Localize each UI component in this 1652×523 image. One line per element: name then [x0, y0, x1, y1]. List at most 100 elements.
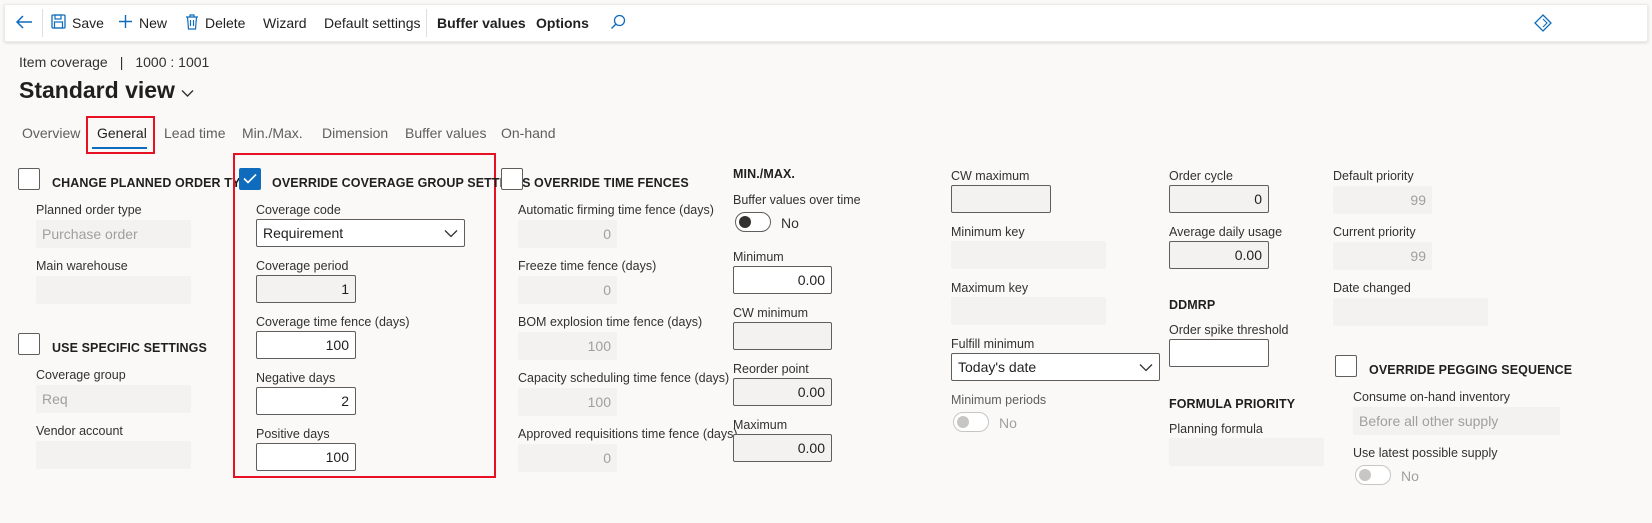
reorder-point-input[interactable]: 0.00: [733, 378, 832, 406]
breadcrumb: Item coverage | 1000 : 1001: [19, 54, 209, 70]
fulfill-minimum-label: Fulfill minimum: [951, 337, 1035, 351]
auto-firming-field[interactable]: 0: [518, 220, 617, 248]
date-changed-field[interactable]: [1333, 298, 1488, 326]
formula-priority-title: FORMULA PRIORITY: [1169, 397, 1296, 411]
fulfill-minimum-value: Today's date: [958, 359, 1037, 375]
use-latest-supply-toggle[interactable]: [1355, 465, 1391, 485]
current-priority-field[interactable]: 99: [1333, 242, 1432, 270]
minimum-periods-toggle[interactable]: [953, 412, 989, 432]
tab-lead-time[interactable]: Lead time: [164, 125, 225, 141]
back-button[interactable]: [15, 5, 39, 41]
order-spike-threshold-label: Order spike threshold: [1169, 323, 1289, 337]
consume-on-hand-label: Consume on-hand inventory: [1353, 390, 1511, 404]
override-time-fences-checkbox[interactable]: [501, 168, 523, 190]
vendor-account-field[interactable]: [36, 441, 191, 469]
plus-icon: [118, 14, 139, 32]
cw-minimum-input[interactable]: [733, 322, 832, 350]
minimum-input[interactable]: 0.00: [733, 266, 832, 294]
new-button[interactable]: New: [118, 5, 167, 41]
change-planned-order-type-checkbox[interactable]: [18, 168, 40, 190]
buffer-over-time-label: Buffer values over time: [733, 193, 861, 207]
freeze-label: Freeze time fence (days): [518, 259, 657, 273]
options-button[interactable]: Options: [536, 5, 589, 41]
bom-explosion-field[interactable]: 100: [518, 332, 617, 360]
use-specific-settings-title: USE SPECIFIC SETTINGS: [52, 341, 207, 355]
search-button[interactable]: [610, 5, 632, 41]
coverage-period-input[interactable]: 1: [256, 275, 356, 303]
coverage-code-label: Coverage code: [256, 203, 341, 217]
override-time-fences-title: OVERRIDE TIME FENCES: [534, 176, 689, 190]
average-daily-usage-label: Average daily usage: [1169, 225, 1283, 239]
fulfill-minimum-dropdown[interactable]: Today's date: [951, 353, 1160, 381]
tab-overview[interactable]: Overview: [22, 125, 80, 141]
change-planned-order-type-title: CHANGE PLANNED ORDER TYPE: [52, 176, 258, 190]
maximum-input[interactable]: 0.00: [733, 434, 832, 462]
action-toolbar: Save New Delete Wizard Default settings …: [4, 4, 1648, 42]
maximum-label: Maximum: [733, 418, 788, 432]
planning-formula-label: Planning formula: [1169, 422, 1263, 436]
coverage-time-fence-input[interactable]: 100: [256, 331, 356, 359]
capacity-scheduling-field[interactable]: 100: [518, 388, 617, 416]
coverage-code-value: Requirement: [263, 225, 344, 241]
default-settings-button[interactable]: Default settings: [324, 5, 421, 41]
average-daily-usage-input[interactable]: 0.00: [1169, 241, 1269, 269]
use-specific-settings-checkbox[interactable]: [18, 333, 40, 355]
freeze-field[interactable]: 0: [518, 276, 617, 304]
override-pegging-checkbox[interactable]: [1335, 355, 1357, 377]
planned-order-type-field[interactable]: Purchase order: [36, 220, 191, 248]
default-priority-field[interactable]: 99: [1333, 186, 1432, 214]
buffer-over-time-state: No: [781, 215, 799, 231]
coverage-group-field[interactable]: Req: [36, 385, 191, 413]
default-priority-label: Default priority: [1333, 169, 1414, 183]
main-warehouse-label: Main warehouse: [36, 259, 128, 273]
capacity-scheduling-label: Capacity scheduling time fence (days): [518, 371, 730, 385]
wizard-button[interactable]: Wizard: [263, 5, 307, 41]
new-label: New: [139, 15, 168, 31]
ddmrp-title: DDMRP: [1169, 298, 1216, 312]
positive-days-label: Positive days: [256, 427, 330, 441]
cw-maximum-input[interactable]: [951, 185, 1051, 213]
tab-on-hand[interactable]: On-hand: [501, 125, 555, 141]
order-cycle-input[interactable]: 0: [1169, 185, 1269, 213]
current-priority-label: Current priority: [1333, 225, 1416, 239]
consume-on-hand-field[interactable]: Before all other supply: [1353, 407, 1560, 435]
maximum-key-field[interactable]: [951, 297, 1106, 325]
diamond-icon[interactable]: [1534, 5, 1558, 41]
coverage-code-dropdown[interactable]: Requirement: [256, 219, 465, 247]
save-label: Save: [72, 15, 104, 31]
planned-order-type-label: Planned order type: [36, 203, 142, 217]
minimum-key-field[interactable]: [951, 241, 1106, 269]
buffer-over-time-toggle[interactable]: [735, 212, 771, 232]
main-warehouse-field[interactable]: [36, 276, 191, 304]
chevron-down-icon: [175, 77, 194, 104]
page-title[interactable]: Standard view: [19, 77, 194, 104]
maximum-key-label: Maximum key: [951, 281, 1029, 295]
min-max-title: MIN./MAX.: [733, 167, 796, 181]
back-arrow-icon: [15, 14, 39, 33]
chevron-down-icon: [444, 225, 458, 241]
tab-min-max[interactable]: Min./Max.: [242, 125, 303, 141]
reorder-point-label: Reorder point: [733, 362, 809, 376]
negative-days-input[interactable]: 2: [256, 387, 356, 415]
approved-requisitions-field[interactable]: 0: [518, 444, 617, 472]
date-changed-label: Date changed: [1333, 281, 1411, 295]
delete-button[interactable]: Delete: [185, 5, 245, 41]
override-coverage-checkbox[interactable]: [239, 168, 261, 190]
breadcrumb-separator: |: [119, 54, 124, 70]
minimum-periods-label: Minimum periods: [951, 393, 1047, 407]
delete-label: Delete: [205, 15, 246, 31]
save-button[interactable]: Save: [51, 5, 104, 41]
override-coverage-title: OVERRIDE COVERAGE GROUP SETTINGS: [272, 176, 531, 190]
vendor-account-label: Vendor account: [36, 424, 123, 438]
positive-days-input[interactable]: 100: [256, 443, 356, 471]
buffer-values-button[interactable]: Buffer values: [437, 5, 526, 41]
order-spike-threshold-input[interactable]: [1169, 339, 1269, 367]
planning-formula-field[interactable]: [1169, 438, 1324, 466]
override-pegging-title: OVERRIDE PEGGING SEQUENCE: [1369, 363, 1573, 377]
coverage-period-label: Coverage period: [256, 259, 349, 273]
tab-dimension[interactable]: Dimension: [322, 125, 388, 141]
minimum-label: Minimum: [733, 250, 784, 264]
minimum-key-label: Minimum key: [951, 225, 1025, 239]
tab-buffer-values[interactable]: Buffer values: [405, 125, 486, 141]
use-latest-supply-label: Use latest possible supply: [1353, 446, 1498, 460]
